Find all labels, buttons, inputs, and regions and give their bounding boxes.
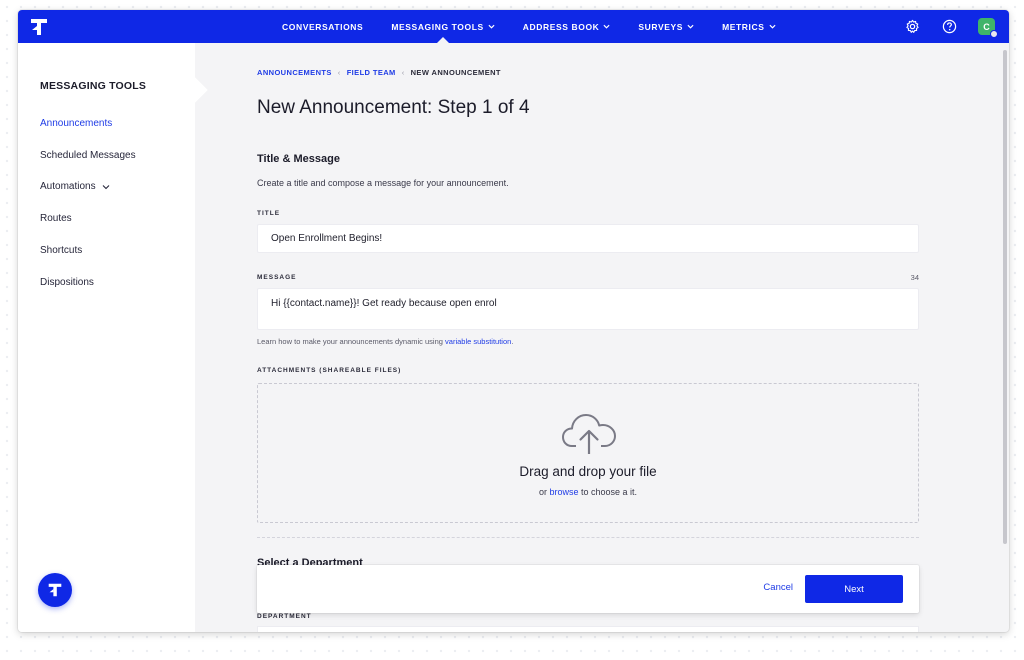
avatar-initial: C bbox=[983, 21, 990, 32]
app-window: CONVERSATIONS MESSAGING TOOLS ADDRESS BO… bbox=[18, 10, 1009, 632]
breadcrumb-announcements[interactable]: ANNOUNCEMENTS bbox=[257, 68, 332, 77]
chevron-down-icon bbox=[102, 184, 109, 189]
sidebar-item-label: Shortcuts bbox=[40, 245, 83, 256]
dropzone-subtitle: or browse to choose a it. bbox=[258, 487, 918, 497]
section-title: Title & Message bbox=[257, 153, 340, 165]
sidebar-item-shortcuts[interactable]: Shortcuts bbox=[40, 245, 82, 256]
chevron-down-icon bbox=[488, 24, 495, 29]
sidebar-item-dispositions[interactable]: Dispositions bbox=[40, 277, 94, 288]
gear-icon[interactable] bbox=[904, 18, 921, 35]
breadcrumb-separator: ‹ bbox=[337, 68, 341, 77]
nav-surveys[interactable]: SURVEYS bbox=[638, 10, 694, 43]
department-select[interactable] bbox=[257, 626, 919, 632]
sidebar-item-label: Announcements bbox=[40, 118, 113, 129]
sidebar: MESSAGING TOOLS Announcements Scheduled … bbox=[18, 43, 195, 632]
breadcrumb: ANNOUNCEMENTS ‹ FIELD TEAM ‹ NEW ANNOUNC… bbox=[257, 68, 501, 77]
nav-label: SURVEYS bbox=[638, 21, 684, 32]
attachments-label: ATTACHMENTS (SHAREABLE FILES) bbox=[257, 367, 402, 374]
nav-messaging-tools[interactable]: MESSAGING TOOLS bbox=[391, 10, 495, 43]
next-button[interactable]: Next bbox=[805, 575, 903, 603]
t-logo-icon[interactable] bbox=[29, 17, 49, 37]
help-icon[interactable] bbox=[941, 18, 958, 35]
title-input-value: Open Enrollment Begins! bbox=[271, 233, 383, 244]
message-char-count: 34 bbox=[910, 273, 919, 282]
support-fab[interactable] bbox=[38, 573, 72, 607]
breadcrumb-separator: ‹ bbox=[401, 68, 405, 77]
scrollbar[interactable] bbox=[1003, 50, 1007, 544]
dropzone-subtitle-suffix: to choose a it. bbox=[578, 487, 638, 497]
nav-metrics[interactable]: METRICS bbox=[722, 10, 776, 43]
action-bar: Cancel Next bbox=[257, 565, 919, 613]
sidebar-item-label: Routes bbox=[40, 213, 72, 224]
cloud-upload-icon bbox=[562, 414, 616, 454]
section-description: Create a title and compose a message for… bbox=[257, 178, 509, 188]
sidebar-item-routes[interactable]: Routes bbox=[40, 213, 72, 224]
sidebar-item-label: Automations bbox=[40, 181, 96, 192]
message-textarea-value: Hi {{contact.name}}! Get ready because o… bbox=[271, 298, 497, 309]
helper-text-end: . bbox=[511, 337, 514, 346]
t-logo-icon bbox=[48, 583, 62, 597]
breadcrumb-field-team[interactable]: FIELD TEAM bbox=[347, 68, 396, 77]
sidebar-item-label: Scheduled Messages bbox=[40, 150, 136, 161]
page-title: New Announcement: Step 1 of 4 bbox=[257, 97, 530, 118]
nav-address-book[interactable]: ADDRESS BOOK bbox=[523, 10, 611, 43]
nav-label: CONVERSATIONS bbox=[282, 21, 364, 32]
title-input[interactable]: Open Enrollment Begins! bbox=[257, 224, 919, 253]
chevron-down-icon bbox=[768, 24, 776, 29]
helper-text-content: Learn how to make your announcements dyn… bbox=[257, 337, 446, 346]
sidebar-title: MESSAGING TOOLS bbox=[40, 80, 147, 92]
message-textarea[interactable]: Hi {{contact.name}}! Get ready because o… bbox=[257, 288, 919, 330]
avatar[interactable]: C bbox=[978, 18, 998, 38]
sidebar-item-label: Dispositions bbox=[40, 277, 94, 288]
sidebar-item-automations[interactable]: Automations bbox=[40, 181, 110, 192]
chevron-down-icon bbox=[687, 24, 694, 29]
variable-substitution-link[interactable]: variable substitution bbox=[445, 337, 511, 346]
top-navbar: CONVERSATIONS MESSAGING TOOLS ADDRESS BO… bbox=[18, 10, 1009, 43]
nav-menu: CONVERSATIONS MESSAGING TOOLS ADDRESS BO… bbox=[282, 10, 804, 43]
message-label: MESSAGE bbox=[257, 274, 297, 281]
status-dot bbox=[990, 30, 998, 38]
dropzone-title: Drag and drop your file bbox=[519, 464, 657, 479]
sidebar-item-scheduled-messages[interactable]: Scheduled Messages bbox=[40, 150, 136, 161]
breadcrumb-current: NEW ANNOUNCEMENT bbox=[410, 68, 501, 77]
nav-label: ADDRESS BOOK bbox=[522, 21, 600, 32]
nav-label: MESSAGING TOOLS bbox=[391, 21, 484, 32]
sidebar-item-announcements[interactable]: Announcements bbox=[40, 118, 112, 129]
title-label: TITLE bbox=[257, 210, 281, 217]
nav-label: METRICS bbox=[722, 21, 765, 32]
browse-link[interactable]: browse bbox=[549, 487, 578, 497]
chevron-down-icon bbox=[603, 24, 610, 29]
cancel-button[interactable]: Cancel bbox=[763, 582, 793, 593]
department-label: DEPARTMENT bbox=[257, 613, 312, 620]
nav-conversations[interactable]: CONVERSATIONS bbox=[282, 10, 363, 43]
nav-icons: C bbox=[904, 10, 998, 43]
dropzone-subtitle-prefix: or bbox=[538, 487, 550, 497]
helper-text: Learn how to make your announcements dyn… bbox=[257, 337, 513, 346]
file-dropzone[interactable]: Drag and drop your file or browse to cho… bbox=[257, 383, 919, 523]
section-divider bbox=[257, 537, 919, 538]
